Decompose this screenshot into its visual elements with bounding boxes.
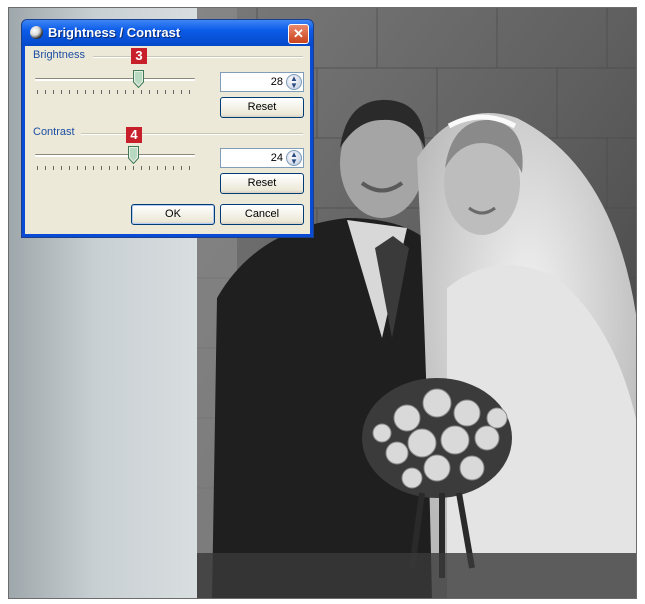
- dialog-body: Brightness 3 28 ▲ ▼ Reset Contrast 4 24 ▲…: [25, 46, 310, 234]
- dialog-titlebar[interactable]: Brightness / Contrast ✕: [22, 20, 313, 46]
- callout-badge-3: 3: [131, 48, 147, 64]
- brightness-slider-track[interactable]: [35, 78, 195, 81]
- contrast-slider-ticks: [37, 166, 197, 170]
- contrast-value[interactable]: 24: [271, 152, 283, 164]
- brightness-value[interactable]: 28: [271, 76, 283, 88]
- brightness-label: Brightness: [33, 49, 85, 61]
- contrast-label: Contrast: [33, 126, 75, 138]
- dialog-title: Brightness / Contrast: [48, 25, 181, 40]
- callout-badge-4: 4: [126, 127, 142, 143]
- spin-arrows-icon[interactable]: ▲ ▼: [286, 150, 302, 166]
- cancel-button[interactable]: Cancel: [220, 204, 304, 225]
- brightness-spinbox[interactable]: 28 ▲ ▼: [220, 72, 304, 92]
- spin-arrows-icon[interactable]: ▲ ▼: [286, 74, 302, 90]
- brightness-contrast-dialog: Brightness / Contrast ✕ Brightness 3 28 …: [21, 19, 314, 238]
- brightness-reset-button[interactable]: Reset: [220, 97, 304, 118]
- contrast-slider-track[interactable]: [35, 154, 195, 157]
- ok-button[interactable]: OK: [131, 204, 215, 225]
- brightness-slider-ticks: [37, 90, 197, 94]
- contrast-spinbox[interactable]: 24 ▲ ▼: [220, 148, 304, 168]
- contrast-slider-thumb[interactable]: [128, 146, 139, 164]
- brightness-group-line: [93, 56, 303, 58]
- brightness-contrast-icon: [30, 26, 43, 39]
- close-icon: ✕: [293, 26, 304, 41]
- brightness-slider-thumb[interactable]: [133, 70, 144, 88]
- close-button[interactable]: ✕: [288, 24, 309, 44]
- contrast-reset-button[interactable]: Reset: [220, 173, 304, 194]
- contrast-group-line: [81, 133, 303, 135]
